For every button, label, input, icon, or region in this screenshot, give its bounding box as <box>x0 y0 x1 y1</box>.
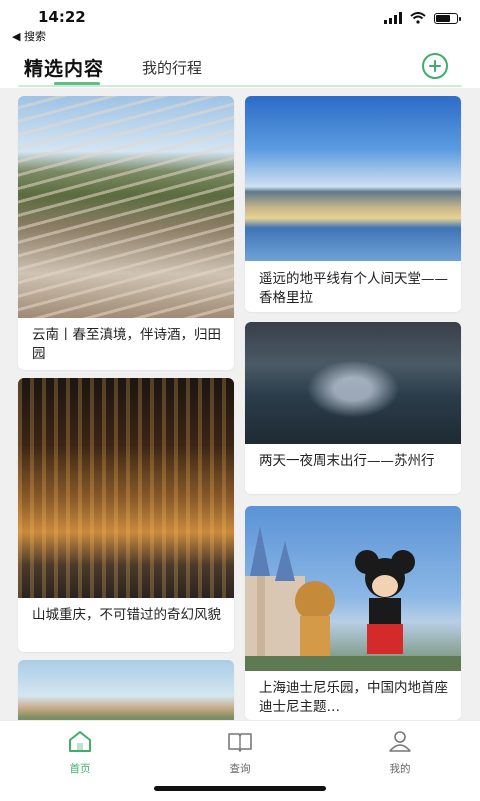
card-caption: 两天一夜周末出行——苏州行 <box>259 453 435 469</box>
chongqing-night-image <box>18 378 234 598</box>
rice-terraces-image <box>18 96 234 318</box>
book-icon <box>228 733 252 752</box>
add-plus-icon[interactable] <box>422 53 448 79</box>
card-caption: 遥远的地平线有个人间天堂——香格里拉 <box>259 271 448 306</box>
card-coastal[interactable] <box>18 660 234 720</box>
nav-home[interactable]: 首页 <box>40 729 120 776</box>
coastal-island-image <box>18 660 234 720</box>
lake-horizon-image <box>245 96 461 261</box>
battery-icon <box>434 12 461 24</box>
card-caption: 上海迪士尼乐园，中国内地首座迪士尼主题… <box>259 680 448 715</box>
disney-castle-image <box>245 506 461 671</box>
back-to-search-link[interactable]: ◀ 搜索 <box>12 28 46 44</box>
card-caption: 云南丨春至滇境，伴诗酒，归田园 <box>32 327 221 362</box>
user-icon <box>389 731 411 752</box>
nav-mine[interactable]: 我的 <box>360 729 440 776</box>
status-icons <box>384 12 461 24</box>
tab-featured-content[interactable]: 精选内容 <box>24 54 104 81</box>
header-divider <box>18 85 462 87</box>
nav-mine-label: 我的 <box>389 763 411 775</box>
home-indicator-bar <box>154 786 326 791</box>
suzhou-night-image <box>245 322 461 444</box>
signal-icon <box>384 12 402 24</box>
content-feed[interactable]: 云南丨春至滇境，伴诗酒，归田园 遥远的地平线有个人间天堂——香格里拉 两天一夜周… <box>0 88 480 720</box>
top-tab-bar: 精选内容 我的行程 <box>0 46 480 88</box>
wifi-icon <box>410 12 426 24</box>
card-chongqing[interactable]: 山城重庆，不可错过的奇幻风貌 <box>18 378 234 652</box>
card-caption: 山城重庆，不可错过的奇幻风貌 <box>32 607 221 623</box>
nav-query-label: 查询 <box>229 763 251 775</box>
card-shangrila[interactable]: 遥远的地平线有个人间天堂——香格里拉 <box>245 96 461 312</box>
tab-my-itinerary[interactable]: 我的行程 <box>142 57 202 78</box>
nav-home-label: 首页 <box>69 763 91 775</box>
home-icon <box>69 731 91 752</box>
nav-query[interactable]: 查询 <box>200 729 280 776</box>
castle-characters-illustration <box>245 526 461 671</box>
card-disney[interactable]: 上海迪士尼乐园，中国内地首座迪士尼主题… <box>245 506 461 720</box>
card-yunnan[interactable]: 云南丨春至滇境，伴诗酒，归田园 <box>18 96 234 370</box>
status-time: 14:22 <box>38 8 86 26</box>
card-suzhou[interactable]: 两天一夜周末出行——苏州行 <box>245 322 461 494</box>
status-bar: 14:22 ◀ 搜索 <box>0 0 480 46</box>
